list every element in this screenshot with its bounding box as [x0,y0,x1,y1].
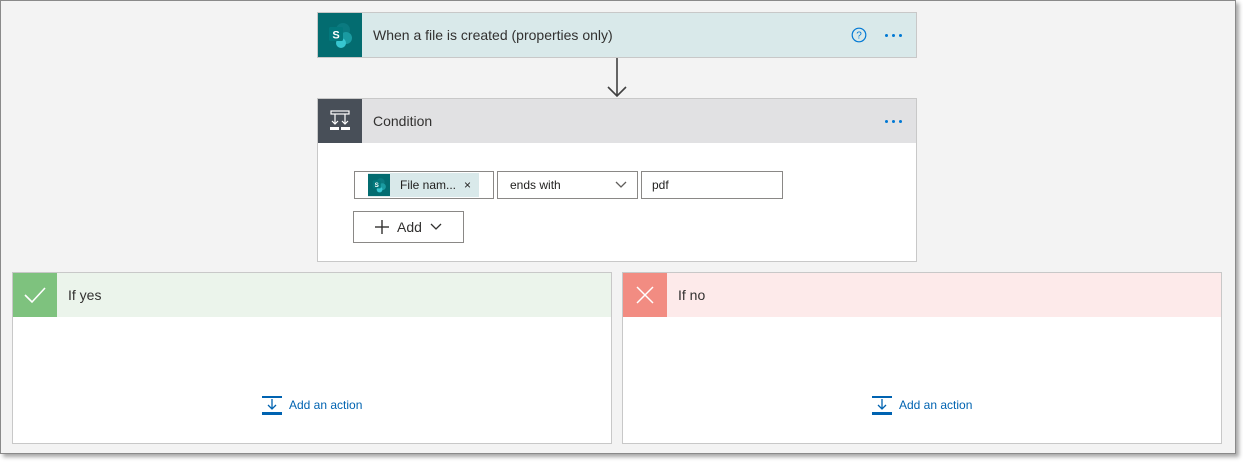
svg-text:S: S [332,30,339,42]
if-no-branch: If no Add an action [622,272,1222,444]
close-icon [623,273,667,317]
add-action-label: Add an action [899,398,973,412]
svg-text:?: ? [856,31,862,42]
condition-row: S File nam... × ends with [354,171,783,199]
token-label: File nam... [400,178,457,192]
add-action-icon [262,396,282,415]
operator-dropdown[interactable]: ends with [497,171,638,199]
if-no-header[interactable]: If no [623,273,1221,317]
add-action-icon [872,396,892,415]
trigger-title: When a file is created (properties only) [373,27,613,43]
remove-token-icon[interactable]: × [464,178,471,192]
dynamic-content-token[interactable]: S File nam... × [368,173,480,197]
more-options-icon[interactable] [885,30,902,41]
checkmark-icon [13,273,57,317]
help-icon[interactable]: ? [851,27,867,43]
condition-card-header[interactable]: Condition [318,99,916,143]
sharepoint-icon: S [368,174,390,196]
if-yes-title: If yes [68,287,102,303]
add-button[interactable]: Add [353,211,464,243]
chevron-down-icon [430,223,442,230]
add-action-link[interactable]: Add an action [871,394,972,416]
svg-text:S: S [375,182,379,189]
if-no-title: If no [678,287,706,303]
plus-icon [375,220,390,234]
left-operand-field[interactable]: S File nam... × [354,171,494,199]
if-yes-header[interactable]: If yes [13,273,611,317]
condition-title: Condition [373,113,433,129]
trigger-card-header[interactable]: S When a file is created (properties onl… [318,13,916,57]
condition-icon [318,99,362,143]
if-yes-branch: If yes Add an action [12,272,612,444]
compare-value-input[interactable] [641,171,783,199]
add-action-label: Add an action [289,398,363,412]
sharepoint-icon: S [318,13,362,57]
connector-arrow-icon [607,58,627,98]
flow-canvas: S When a file is created (properties onl… [0,0,1236,454]
add-action-link[interactable]: Add an action [261,394,362,416]
more-options-icon[interactable] [885,116,902,127]
operator-value: ends with [510,178,561,192]
add-button-label: Add [397,219,422,235]
condition-card[interactable]: Condition S File nam... × ends with pdf … [317,98,917,262]
trigger-card[interactable]: S When a file is created (properties onl… [317,12,917,58]
chevron-down-icon [615,181,627,188]
